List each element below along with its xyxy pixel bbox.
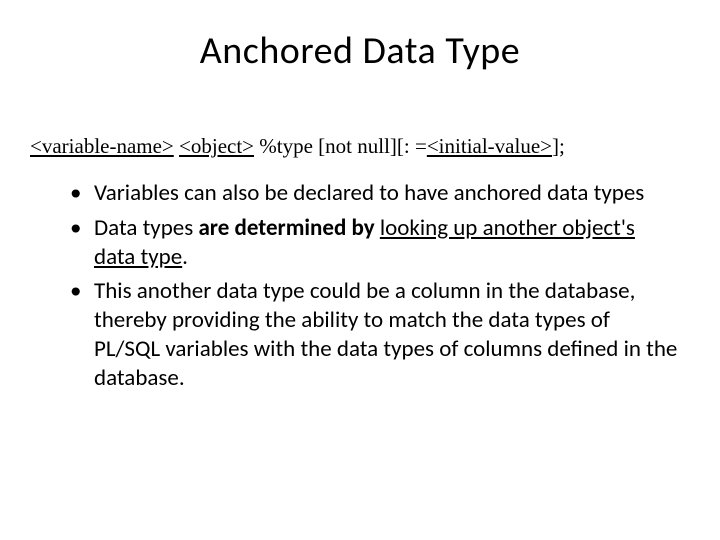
bullet-text-part: Data types (94, 214, 198, 242)
bullet-list: Variables can also be declared to have a… (0, 169, 720, 392)
syntax-tail: ]; (552, 134, 565, 158)
syntax-variable-name: <variable-name> (30, 134, 174, 158)
bullet-item: Data types are determined by looking up … (70, 214, 680, 272)
syntax-type-clause: %type [not null][: = (254, 134, 427, 158)
bullet-item: Variables can also be declared to have a… (70, 179, 680, 208)
slide: Anchored Data Type <variable-name> <obje… (0, 0, 720, 540)
bullet-text: Variables can also be declared to have a… (94, 179, 644, 207)
bullet-text-part: . (182, 243, 188, 271)
slide-title: Anchored Data Type (0, 0, 720, 84)
syntax-line: <variable-name> <object> %type [not null… (0, 84, 720, 169)
syntax-object: <object> (179, 134, 254, 158)
bullet-item: This another data type could be a column… (70, 277, 680, 392)
syntax-initial-value: <initial-value> (427, 134, 552, 158)
bullet-text: This another data type could be a column… (94, 277, 677, 391)
bullet-text-bold: are determined by (198, 214, 374, 242)
